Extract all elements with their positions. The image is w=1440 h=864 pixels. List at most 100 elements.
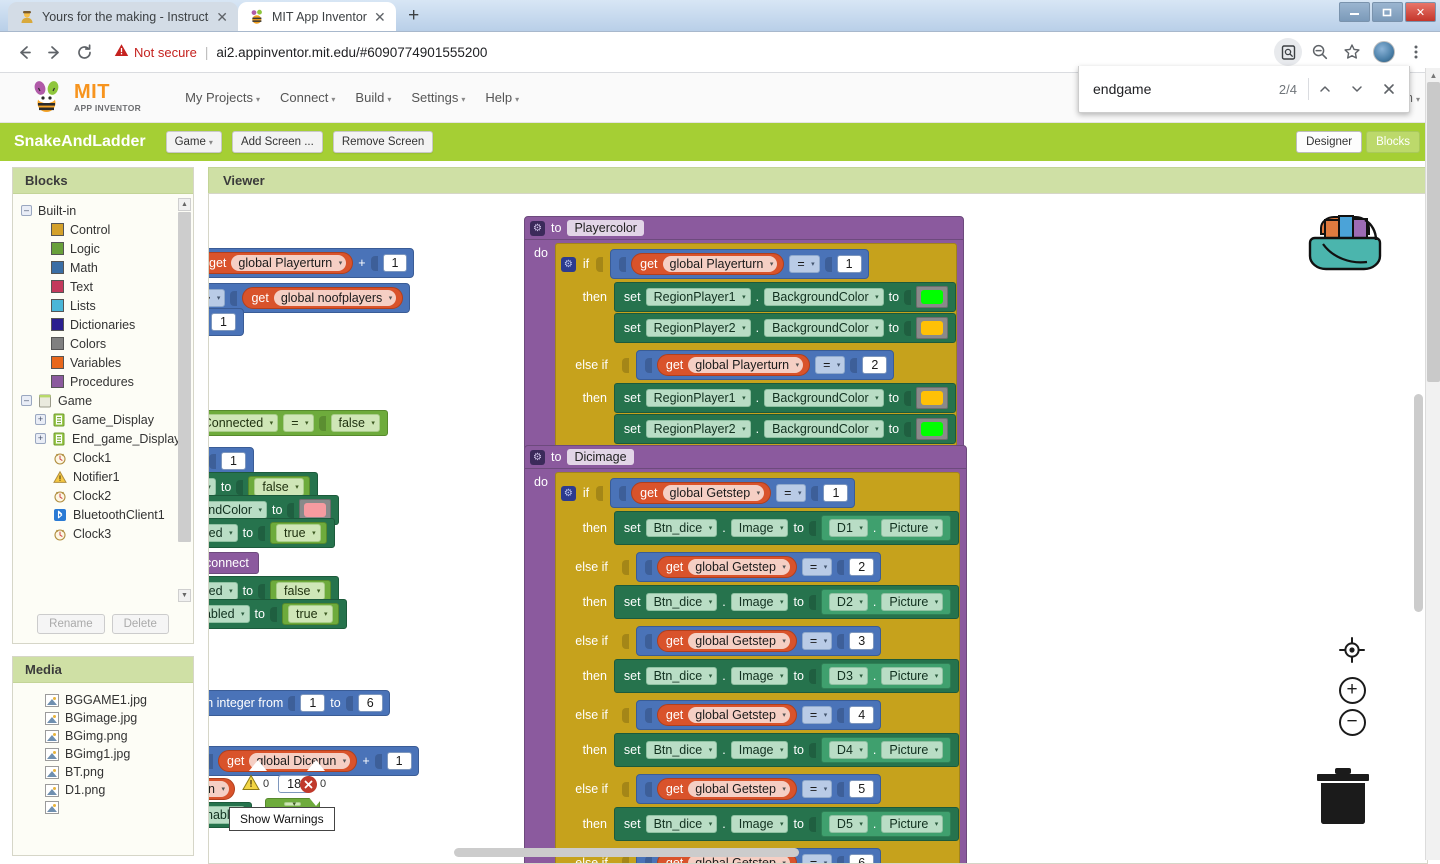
center-blocks-icon[interactable] <box>1337 635 1367 665</box>
color-chip[interactable] <box>921 290 943 304</box>
block-get-variable[interactable]: get global Dicerun <box>218 750 357 772</box>
if-header[interactable]: ⚙ if get global Playerturn = <box>556 247 956 281</box>
property-dropdown[interactable]: BackgroundColor <box>764 420 884 438</box>
color-chip[interactable] <box>921 422 943 436</box>
sidebar-item-variables[interactable]: Variables <box>13 353 193 372</box>
menu-settings[interactable]: Settings▾ <box>411 90 465 105</box>
block-set-true-2[interactable]: nabled to true <box>208 599 347 629</box>
sidebar-item-text[interactable]: Text <box>13 277 193 296</box>
property-dropdown[interactable]: kgroundColor <box>208 501 267 519</box>
source-property-dropdown[interactable]: Picture <box>881 667 943 685</box>
source-component-dropdown[interactable]: D5 <box>829 815 868 833</box>
block-get-variable[interactable]: get global Playerturn <box>657 354 810 376</box>
menu-build[interactable]: Build▾ <box>355 90 391 105</box>
window-minimize-button[interactable] <box>1339 2 1370 22</box>
source-property-dropdown[interactable]: Picture <box>881 741 943 759</box>
menu-help[interactable]: Help▾ <box>485 90 519 105</box>
remove-screen-button[interactable]: Remove Screen <box>333 131 433 154</box>
scroll-up-icon[interactable]: ▲ <box>1426 68 1440 82</box>
comparison-operator-dropdown[interactable]: = <box>815 356 845 374</box>
comparison-operator-dropdown[interactable]: = <box>776 484 806 502</box>
block-disconnect-call[interactable]: Disconnect <box>208 552 259 574</box>
find-previous-button[interactable] <box>1309 73 1341 105</box>
number-field[interactable]: 1 <box>211 313 236 331</box>
profile-avatar[interactable] <box>1373 41 1395 63</box>
media-item[interactable]: BGimage.jpg <box>13 709 193 727</box>
block-get-component-property[interactable]: D3 . Picture <box>821 663 951 689</box>
block-num-one[interactable]: 1 <box>208 447 254 475</box>
property-dropdown[interactable]: ed <box>208 478 216 496</box>
block-color-picker[interactable] <box>916 286 948 308</box>
comparison-operator-dropdown[interactable]: = <box>802 558 832 576</box>
variable-dropdown[interactable]: global Getstep <box>688 633 790 649</box>
procedure-dicimage[interactable]: ⚙ to Dicimage do ⚙ if <box>524 445 967 864</box>
trash-icon[interactable] <box>1314 764 1372 831</box>
block-get-component-property[interactable]: D1 . Picture <box>821 515 951 541</box>
comparison-operator-dropdown[interactable]: = <box>802 854 832 864</box>
block-color-picker[interactable] <box>916 387 948 409</box>
sidebar-item-lists[interactable]: Lists <box>13 296 193 315</box>
sidebar-item-game-display[interactable]: + Game_Display <box>13 410 193 429</box>
if-else-block[interactable]: ⚙ if get global Getstep = <box>555 472 960 864</box>
block-set-property[interactable]: set RegionPlayer2 . BackgroundColor to <box>614 313 956 343</box>
block-set-property[interactable]: set Btn_dice . Image to D5 . Picture <box>614 807 959 841</box>
property-dropdown[interactable]: IsConnected <box>208 414 278 432</box>
boolean-value-dropdown[interactable]: false <box>276 582 325 600</box>
sidebar-item-colors[interactable]: Colors <box>13 334 193 353</box>
procedure-header[interactable]: ⚙ to Dicimage <box>524 445 967 469</box>
comparison-operator-dropdown[interactable]: = <box>802 706 832 724</box>
sidebar-item-notifier1[interactable]: Notifier1 <box>13 467 193 486</box>
else-if-header[interactable]: else if get global Getstep = 3 <box>556 620 959 658</box>
browser-tab-appinventor[interactable]: MIT App Inventor ✕ <box>238 2 396 31</box>
media-item[interactable]: BGGAME1.jpg <box>13 691 193 709</box>
number-field[interactable]: 3 <box>849 632 874 650</box>
comparison-operator-dropdown[interactable]: = <box>802 632 832 650</box>
sidebar-item-bluetoothclient1[interactable]: BluetoothClient1 <box>13 505 193 524</box>
boolean-value-dropdown[interactable]: true <box>288 605 333 623</box>
boolean-value-dropdown[interactable]: false <box>254 478 303 496</box>
gear-icon[interactable]: ⚙ <box>561 486 576 501</box>
variable-dropdown[interactable]: global Playerturn <box>231 255 346 271</box>
block-get-variable[interactable]: get global Playerturn <box>208 252 353 274</box>
source-component-dropdown[interactable]: D1 <box>829 519 868 537</box>
else-if-header[interactable]: else if get global Getstep = 2 <box>556 546 959 584</box>
gear-icon[interactable]: ⚙ <box>561 257 576 272</box>
appinventor-logo[interactable]: MIT APP INVENTOR <box>28 80 141 116</box>
comparison-operator-dropdown[interactable]: = <box>802 780 832 798</box>
block-set-property[interactable]: set Btn_dice . Image to D2 . Picture <box>614 585 959 619</box>
blocks-view-button[interactable]: Blocks <box>1366 131 1420 153</box>
component-dropdown[interactable]: Btn_dice <box>646 815 718 833</box>
property-dropdown[interactable]: Image <box>731 815 789 833</box>
number-field[interactable]: 1 <box>823 484 848 502</box>
add-screen-button[interactable]: Add Screen ... <box>232 131 323 154</box>
block-set-property[interactable]: set Btn_dice . Image to D4 . Picture <box>614 733 959 767</box>
component-dropdown[interactable]: Btn_dice <box>646 741 718 759</box>
component-dropdown[interactable]: Btn_dice <box>646 593 718 611</box>
source-component-dropdown[interactable]: D2 <box>829 593 868 611</box>
block-get-variable[interactable]: get global Getstep <box>657 630 797 652</box>
block-set-property[interactable]: set RegionPlayer2 . BackgroundColor to <box>614 414 956 444</box>
block-set-property[interactable]: set Btn_dice . Image to D3 . Picture <box>614 659 959 693</box>
block-compare[interactable]: get global Getstep = 1 <box>610 478 855 508</box>
color-chip[interactable] <box>921 321 943 335</box>
variable-dropdown[interactable]: global Playerturn <box>688 357 803 373</box>
number-field[interactable]: 2 <box>862 356 887 374</box>
boolean-value-dropdown[interactable]: true <box>276 524 321 542</box>
chrome-menu-icon[interactable] <box>1402 38 1430 66</box>
property-dropdown[interactable]: Image <box>731 741 789 759</box>
variable-dropdown[interactable]: global Getstep <box>688 559 790 575</box>
find-close-button[interactable] <box>1373 73 1405 105</box>
source-component-dropdown[interactable]: D3 <box>829 667 868 685</box>
sidebar-item-clock3[interactable]: Clock3 <box>13 524 193 543</box>
forward-button[interactable] <box>40 38 68 66</box>
page-scrollbar-thumb[interactable] <box>1427 82 1440 382</box>
property-dropdown[interactable]: BackgroundColor <box>764 288 884 306</box>
number-field[interactable]: 1 <box>837 255 862 273</box>
property-dropdown[interactable]: BackgroundColor <box>764 389 884 407</box>
component-dropdown[interactable]: RegionPlayer1 <box>646 288 751 306</box>
block-trunc-dropdown[interactable]: n <box>208 778 235 800</box>
sidebar-item-control[interactable]: Control <box>13 220 193 239</box>
comparison-operator-dropdown[interactable]: = <box>789 255 819 273</box>
procedure-name-field[interactable]: Dicimage <box>567 449 633 465</box>
block-get-component-property[interactable]: D4 . Picture <box>821 737 951 763</box>
